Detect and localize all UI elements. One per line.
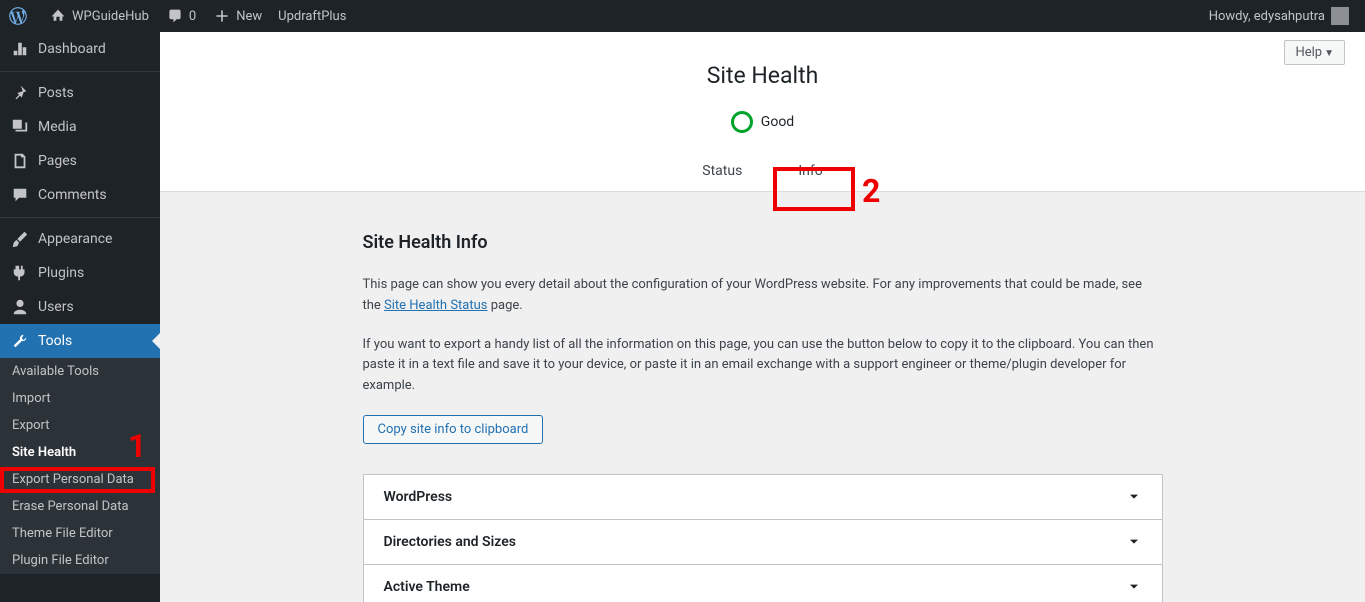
account-link[interactable]: Howdy, edysahputra <box>1201 0 1357 32</box>
info-heading: Site Health Info <box>363 232 1163 253</box>
accordion-header-wordpress[interactable]: WordPress <box>364 475 1162 519</box>
sidebar-item-label: Users <box>38 299 74 315</box>
avatar <box>1331 7 1349 25</box>
health-tabs: Status Info <box>160 151 1365 191</box>
page-icon <box>10 151 30 171</box>
sidebar-item-label: Appearance <box>38 231 112 247</box>
sidebar-item-plugins[interactable]: Plugins <box>0 256 160 290</box>
media-icon <box>10 117 30 137</box>
chevron-down-icon <box>1126 579 1142 595</box>
sidebar-item-label: Tools <box>38 333 72 349</box>
sidebar-item-pages[interactable]: Pages <box>0 144 160 178</box>
site-name-link[interactable]: WPGuideHub <box>40 0 157 32</box>
health-status: Good <box>160 111 1365 133</box>
sidebar-item-label: Comments <box>38 187 107 203</box>
sidebar-item-posts[interactable]: Posts <box>0 76 160 110</box>
comments-link[interactable]: 0 <box>157 0 204 32</box>
copy-site-info-button[interactable]: Copy site info to clipboard <box>363 415 544 444</box>
sidebar-item-tools[interactable]: Tools <box>0 324 160 358</box>
status-text: Good <box>761 114 794 130</box>
chevron-down-icon <box>1126 534 1142 550</box>
sidebar-item-label: Dashboard <box>38 41 106 57</box>
sidebar-item-label: Posts <box>38 85 74 101</box>
howdy-text: Howdy, edysahputra <box>1209 9 1325 24</box>
info-paragraph-1: This page can show you every detail abou… <box>363 275 1163 317</box>
tab-status[interactable]: Status <box>674 151 770 191</box>
plus-icon <box>212 6 232 26</box>
annotation-number-2: 2 <box>862 172 880 210</box>
sidebar-item-label: Pages <box>38 153 77 169</box>
sidebar-item-appearance[interactable]: Appearance <box>0 222 160 256</box>
new-label: New <box>236 9 262 24</box>
site-health-body: Site Health Info This page can show you … <box>363 192 1163 602</box>
wrench-icon <box>10 331 30 351</box>
comments-count: 0 <box>189 9 196 24</box>
caret-down-icon: ▼ <box>1324 48 1334 59</box>
info-paragraph-2: If you want to export a handy list of al… <box>363 335 1163 397</box>
admin-sidebar: Dashboard Posts Media Pages Comments App… <box>0 32 160 602</box>
new-content-link[interactable]: New <box>204 0 270 32</box>
pin-icon <box>10 83 30 103</box>
sub-item-erase-personal[interactable]: Erase Personal Data <box>0 493 160 520</box>
sub-item-available-tools[interactable]: Available Tools <box>0 358 160 385</box>
sidebar-item-dashboard[interactable]: Dashboard <box>0 32 160 66</box>
info-accordion: WordPress Directories and Sizes Active T… <box>363 474 1163 602</box>
sub-item-export-personal[interactable]: Export Personal Data <box>0 466 160 493</box>
sidebar-item-label: Plugins <box>38 265 84 281</box>
tab-info[interactable]: Info <box>770 151 850 191</box>
help-label: Help <box>1295 45 1322 60</box>
accordion-header-active-theme[interactable]: Active Theme <box>364 565 1162 602</box>
wp-logo[interactable] <box>0 0 40 32</box>
site-health-header: Site Health Good Status Info <box>160 32 1365 192</box>
updraft-label: UpdraftPlus <box>278 9 346 24</box>
accordion-item-active-theme: Active Theme <box>364 565 1162 602</box>
user-icon <box>10 297 30 317</box>
wordpress-icon <box>8 6 28 26</box>
main-content: Help▼ Site Health Good Status Info Site … <box>160 32 1365 602</box>
admin-toolbar: WPGuideHub 0 New UpdraftPlus Howdy, edys… <box>0 0 1365 32</box>
sidebar-item-users[interactable]: Users <box>0 290 160 324</box>
page-title: Site Health <box>160 62 1365 89</box>
sidebar-item-media[interactable]: Media <box>0 110 160 144</box>
accordion-item-directories: Directories and Sizes <box>364 520 1162 565</box>
home-icon <box>48 6 68 26</box>
annotation-number-1: 1 <box>128 427 146 465</box>
accordion-header-directories[interactable]: Directories and Sizes <box>364 520 1162 564</box>
comment-icon <box>10 185 30 205</box>
sidebar-item-label: Media <box>38 119 77 135</box>
accordion-title: WordPress <box>384 489 453 505</box>
comment-icon <box>165 6 185 26</box>
chevron-down-icon <box>1126 489 1142 505</box>
plugin-icon <box>10 263 30 283</box>
help-button[interactable]: Help▼ <box>1284 40 1345 65</box>
brush-icon <box>10 229 30 249</box>
site-name-text: WPGuideHub <box>72 9 149 24</box>
sub-item-plugin-editor[interactable]: Plugin File Editor <box>0 547 160 574</box>
dashboard-icon <box>10 39 30 59</box>
tools-submenu: Available Tools Import Export Site Healt… <box>0 358 160 574</box>
site-health-status-link[interactable]: Site Health Status <box>384 298 487 313</box>
status-ring-icon <box>731 111 753 133</box>
accordion-item-wordpress: WordPress <box>364 475 1162 520</box>
updraftplus-link[interactable]: UpdraftPlus <box>270 0 354 32</box>
sidebar-item-comments[interactable]: Comments <box>0 178 160 212</box>
accordion-title: Directories and Sizes <box>384 534 516 550</box>
sub-item-import[interactable]: Import <box>0 385 160 412</box>
accordion-title: Active Theme <box>384 579 470 595</box>
sub-item-theme-editor[interactable]: Theme File Editor <box>0 520 160 547</box>
